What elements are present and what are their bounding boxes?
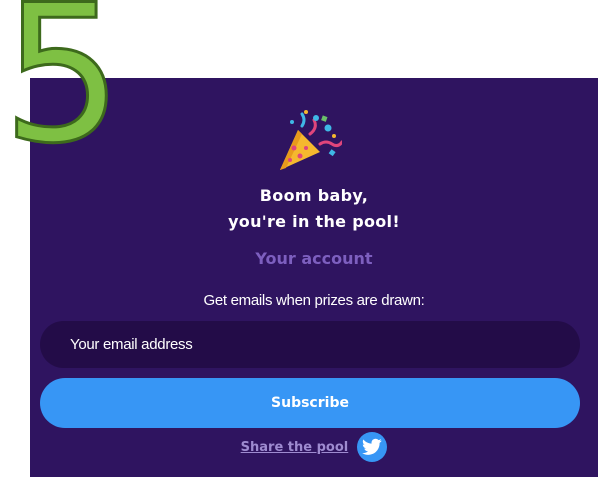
success-headline-line1: Boom baby, [259, 186, 369, 205]
subscribe-button[interactable]: Subscribe [40, 378, 580, 428]
share-row: Share the pool [30, 432, 598, 464]
success-headline-line2: you're in the pool! [228, 212, 400, 231]
email-prompt: Get emails when prizes are drawn: [203, 292, 425, 309]
share-the-pool-link[interactable]: Share the pool [241, 440, 349, 455]
twitter-icon[interactable] [357, 432, 388, 462]
email-input[interactable] [40, 321, 580, 368]
stage: 5 Boom baby, you're in the pool! Your ac… [0, 0, 603, 477]
step-number: 5 [1, 0, 125, 185]
your-account-link[interactable]: Your account [30, 249, 598, 268]
party-popper-icon [280, 110, 342, 170]
